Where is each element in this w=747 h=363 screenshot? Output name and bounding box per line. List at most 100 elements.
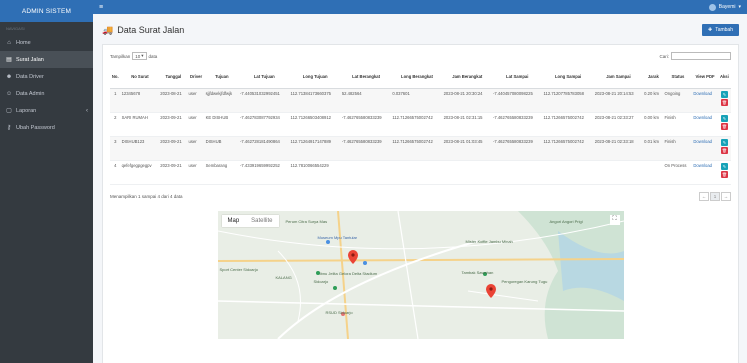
table-toolbar: Tampilkan 10 ▾ data Cari: xyxy=(110,50,731,62)
column-header[interactable]: Lat Tujuan xyxy=(239,66,290,89)
table-cell: user xyxy=(187,136,205,161)
column-header[interactable]: Long Tujuan xyxy=(289,66,341,89)
column-header[interactable]: Lat Berangkat xyxy=(340,66,392,89)
status-cell: Finish xyxy=(663,112,693,137)
next-page-button[interactable]: → xyxy=(721,192,731,201)
column-header[interactable]: Jarak xyxy=(643,66,664,89)
sidebar-item-home[interactable]: ⌂ Home xyxy=(0,34,93,51)
sidebar-item-data-driver[interactable]: ☻ Data Driver xyxy=(0,68,93,85)
sidebar-item-surat-jalan[interactable]: ▤ Surat Jalan xyxy=(0,51,93,68)
map-label: Angori Angori Prigi xyxy=(549,218,583,224)
map-label: RSUD Sidoarjo xyxy=(325,309,353,315)
column-header[interactable]: No. xyxy=(110,66,121,89)
key-icon: ⚷ xyxy=(6,125,12,131)
edit-icon[interactable]: ✎ xyxy=(720,114,728,122)
column-header[interactable]: Tanggal xyxy=(159,66,188,89)
column-header[interactable]: Jam Berangkat xyxy=(442,66,492,89)
table-cell: 112.71266503408912 xyxy=(289,112,341,137)
trash-icon[interactable]: 🗑 xyxy=(720,122,728,130)
table-cell xyxy=(491,160,543,185)
table-cell: 2023-08-21 20:14:53 xyxy=(593,88,644,113)
table-info: Menampilkan 1 sampai 4 dari 4 data xyxy=(110,194,183,199)
satellite-tab[interactable]: Satellite xyxy=(245,215,278,227)
download-link[interactable]: Download xyxy=(692,88,718,113)
table-cell: 3 xyxy=(110,136,121,161)
column-header[interactable]: Lat Sampai xyxy=(491,66,543,89)
map-label: Perum Citra Surya Mas xyxy=(285,218,328,224)
column-header[interactable]: Aksi xyxy=(717,66,731,89)
table-header-row: No. No Surat Tanggal Driver Tujuan Lat T… xyxy=(110,66,731,89)
column-header[interactable]: Tujuan xyxy=(204,66,240,89)
chevron-down-icon: ▾ xyxy=(738,4,741,10)
page-title-text: Data Surat Jalan xyxy=(117,25,185,35)
table-cell xyxy=(340,160,392,185)
trash-icon[interactable]: 🗑 xyxy=(720,170,728,178)
sidebar: ADMIN SISTEM NAVIGASI ⌂ Home ▤ Surat Jal… xyxy=(0,0,93,363)
download-link[interactable]: Download xyxy=(692,112,718,137)
table-row: 4 qefefgegpgegpv 2023-09-21 user Sembara… xyxy=(110,160,731,185)
table-cell xyxy=(542,160,594,185)
table-cell: -7.462765580833239 xyxy=(340,112,392,137)
table-card: Tampilkan 10 ▾ data Cari: No. No Surat T… xyxy=(102,44,739,363)
table-row: 2 SARI RUMAH 2023-09-21 user KE DISHUB -… xyxy=(110,112,731,137)
download-link[interactable]: Download xyxy=(692,160,718,185)
actions-cell: ✎ 🗑 xyxy=(717,160,731,185)
column-header[interactable]: Status xyxy=(663,66,693,89)
add-button[interactable]: ✚ Tambah xyxy=(702,24,739,36)
prev-page-button[interactable]: ← xyxy=(699,192,709,201)
edit-icon[interactable]: ✎ xyxy=(720,162,728,170)
edit-icon[interactable]: ✎ xyxy=(720,90,728,98)
table-cell: 1 xyxy=(110,88,121,113)
fullscreen-icon[interactable]: ⛶ xyxy=(609,214,620,225)
table-cell: sjjfdwekjfdfwjk xyxy=(204,88,240,113)
hamburger-menu-icon[interactable]: ≡ xyxy=(99,4,103,11)
column-header[interactable]: View PDF xyxy=(692,66,718,89)
table-cell: 52.482564 xyxy=(340,88,392,113)
download-link[interactable]: Download xyxy=(692,136,718,161)
trash-icon[interactable]: 🗑 xyxy=(720,98,728,106)
table-cell: SARI RUMAH xyxy=(120,112,160,137)
table-row: 1 12345678 2023-08-21 user sjjfdwekjfdfw… xyxy=(110,88,731,113)
table-cell: user xyxy=(187,112,205,137)
page-button[interactable]: 1 xyxy=(710,192,720,201)
sidebar-item-label: Ubah Password xyxy=(16,124,55,131)
table-cell: 112.71266575002742 xyxy=(542,136,594,161)
table-cell: 0.20 km xyxy=(643,88,664,113)
sidebar-item-label: Surat Jalan xyxy=(16,56,44,63)
map-tab[interactable]: Map xyxy=(222,215,246,227)
truck-icon: 🚚 xyxy=(102,24,114,35)
column-header[interactable]: Long Sampai xyxy=(542,66,594,89)
user-menu[interactable]: Bayemi ▾ xyxy=(708,3,741,11)
page-length-select[interactable]: 10 ▾ xyxy=(132,52,147,60)
map-label: KALANG xyxy=(275,274,292,280)
column-header[interactable]: Driver xyxy=(187,66,205,89)
table-cell: -7.462765580833239 xyxy=(491,136,543,161)
table-cell: -7.440457080098225 xyxy=(491,88,543,113)
map-label: Mister Koffie Jambu Minah xyxy=(465,238,513,244)
column-header[interactable]: Long Berangkat xyxy=(391,66,443,89)
table-cell: Sembarang xyxy=(204,160,240,185)
plus-icon: ✚ xyxy=(708,27,713,33)
trash-icon[interactable]: 🗑 xyxy=(720,146,728,154)
edit-icon[interactable]: ✎ xyxy=(720,138,728,146)
content: 🚚 Data Surat Jalan ✚ Tambah Tampilkan 10… xyxy=(93,14,747,363)
map-label: Sidoarjo xyxy=(313,278,329,284)
search-input[interactable] xyxy=(671,52,731,60)
map-label: Pengoregan Karung Tugu xyxy=(501,278,548,284)
column-header[interactable]: No Surat xyxy=(120,66,160,89)
sidebar-item-label: Data Driver xyxy=(16,73,44,80)
column-header[interactable]: Jam Sampai xyxy=(593,66,644,89)
map-view[interactable]: Map Satellite ⛶ Perum Citra Surya Mas Mu… xyxy=(217,210,624,339)
brand-logo[interactable]: ADMIN SISTEM xyxy=(0,0,93,22)
table-cell: DISHUB123 xyxy=(120,136,160,161)
page-length-control: Tampilkan 10 ▾ data xyxy=(110,52,157,60)
search-control: Cari: xyxy=(659,52,731,60)
sidebar-item-label: Laporan xyxy=(16,107,37,114)
actions-cell: ✎ 🗑 xyxy=(717,136,731,161)
users-icon: ☻ xyxy=(5,73,13,80)
sidebar-item-laporan[interactable]: ▢ Laporan ‹ xyxy=(0,102,93,119)
sidebar-item-data-admin[interactable]: ☺ Data Admin xyxy=(0,85,93,102)
sidebar-item-ubah-password[interactable]: ⚷ Ubah Password xyxy=(0,119,93,136)
table-cell: 2023-09-21 xyxy=(159,160,188,185)
table-cell: -7.440531032992451 xyxy=(239,88,290,113)
